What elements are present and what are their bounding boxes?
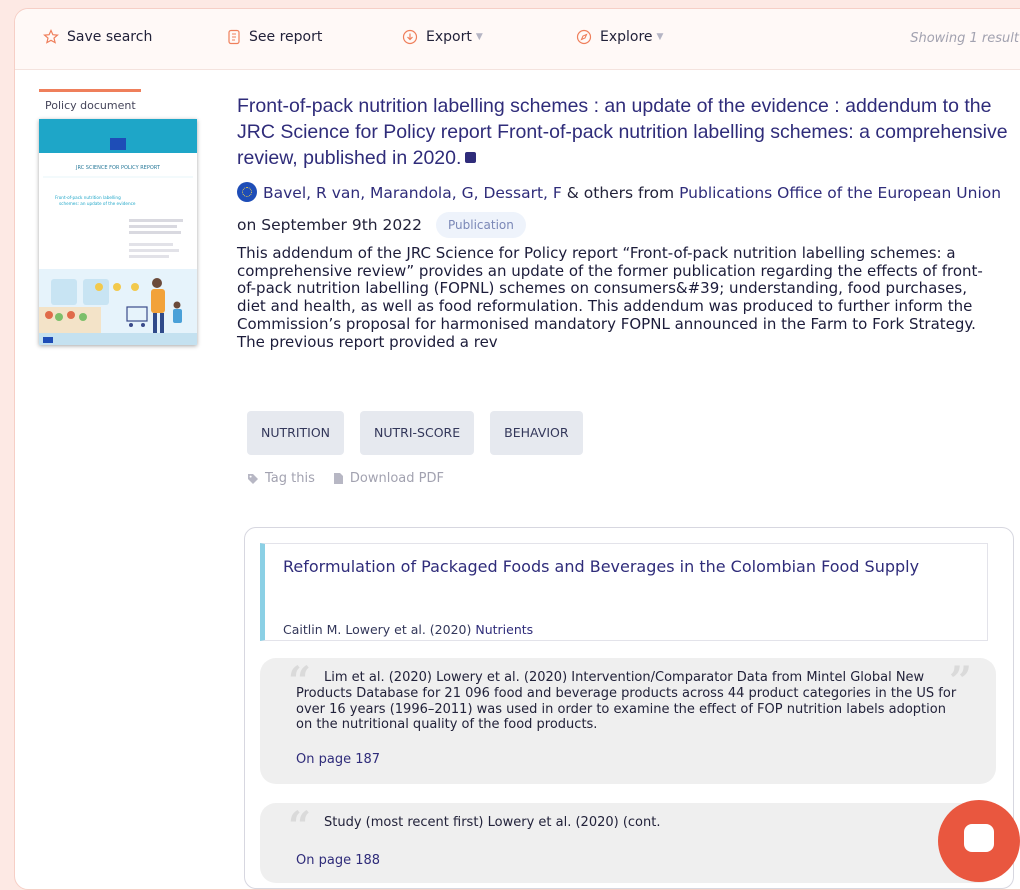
- compass-icon: [576, 29, 592, 45]
- result-title-link[interactable]: Front-of-pack nutrition labelling scheme…: [237, 93, 1017, 171]
- tag-nutri-score[interactable]: NUTRI-SCORE: [360, 411, 475, 455]
- svg-text:schemes: an update of the evid: schemes: an update of the evidence: [59, 201, 136, 206]
- chevron-down-icon: ▼: [475, 32, 483, 42]
- publisher-link[interactable]: Publications Office of the European Unio…: [679, 184, 1001, 202]
- tag-this-label: Tag this: [265, 471, 315, 486]
- quote-page-link[interactable]: On page 187: [296, 752, 380, 767]
- quote-page-link[interactable]: On page 188: [296, 853, 380, 868]
- save-search-label: Save search: [67, 29, 153, 45]
- chevron-down-icon: ▼: [656, 32, 664, 42]
- reference-meta: Caitlin M. Lowery et al. (2020) Nutrient…: [283, 622, 533, 637]
- see-report-button[interactable]: See report: [227, 29, 322, 45]
- tag-this-button[interactable]: Tag this: [247, 471, 315, 486]
- tag-list: NUTRITION NUTRI-SCORE BEHAVIOR: [247, 411, 583, 455]
- chat-icon: [964, 824, 994, 852]
- export-label: Export: [426, 29, 472, 45]
- svg-text:Front-of-pack nutrition labell: Front-of-pack nutrition labelling: [55, 195, 121, 200]
- reference-title-link[interactable]: Reformulation of Packaged Foods and Beve…: [283, 556, 943, 578]
- reference-authors: Caitlin M. Lowery et al. (2020): [283, 622, 472, 637]
- citation-quote: “ ” Study (most recent first) Lowery et …: [260, 803, 996, 883]
- document-icon: [228, 29, 240, 45]
- quote-text: Study (most recent first) Lowery et al. …: [324, 815, 661, 830]
- quote-text: Lim et al. (2020) Lowery et al. (2020) I…: [296, 670, 957, 733]
- authors-link[interactable]: Bavel, R van, Marandola, G, Dessart, F: [263, 184, 562, 202]
- tag-icon: [248, 473, 258, 484]
- report-cover-image: JRC SCIENCE FOR POLICY REPORT Front-of-p…: [39, 119, 197, 345]
- result-title: Front-of-pack nutrition labelling scheme…: [237, 95, 1008, 169]
- see-report-label: See report: [249, 29, 323, 45]
- file-icon: [333, 473, 343, 484]
- reference-journal-link[interactable]: Nutrients: [475, 622, 533, 637]
- results-toolbar: Save search See report Export ▼ Explore …: [15, 9, 1020, 70]
- download-pdf-label: Download PDF: [349, 471, 444, 486]
- result-metadata: Bavel, R van, Marandola, G, Dessart, F &…: [237, 177, 1017, 241]
- publication-badge: Publication: [436, 212, 526, 238]
- tag-nutrition[interactable]: NUTRITION: [247, 411, 345, 455]
- result-actions: Tag this Download PDF: [247, 471, 444, 486]
- eu-flag-icon: [237, 182, 257, 202]
- download-circle-icon: [402, 29, 418, 45]
- document-type-label: Policy document: [45, 99, 136, 112]
- result-abstract: This addendum of the JRC Science for Pol…: [237, 244, 983, 351]
- explore-dropdown[interactable]: Explore ▼: [576, 29, 663, 45]
- download-pdf-button[interactable]: Download PDF: [333, 471, 444, 486]
- result-count: Showing 1 result: [910, 31, 1019, 46]
- citation-quote: “ ” Lim et al. (2020) Lowery et al. (202…: [260, 658, 996, 784]
- publication-date: September 9th 2022: [261, 216, 422, 234]
- date-prefix: on: [237, 216, 257, 234]
- star-outline-icon: [43, 29, 59, 44]
- cited-reference: Reformulation of Packaged Foods and Beve…: [260, 543, 988, 641]
- document-thumbnail[interactable]: JRC SCIENCE FOR POLICY REPORT Front-of-p…: [39, 119, 197, 345]
- chat-launcher-button[interactable]: [938, 800, 1020, 882]
- citation-panel: Reformulation of Packaged Foods and Beve…: [244, 527, 1014, 889]
- document-type-accent: [39, 89, 141, 92]
- save-search-button[interactable]: Save search: [43, 29, 152, 45]
- tag-behavior[interactable]: BEHAVIOR: [490, 411, 583, 455]
- others-text: & others from: [566, 184, 675, 202]
- export-dropdown[interactable]: Export ▼: [402, 29, 483, 45]
- results-panel: Save search See report Export ▼ Explore …: [14, 8, 1020, 890]
- external-link-icon[interactable]: [465, 152, 477, 163]
- explore-label: Explore: [600, 29, 653, 45]
- cover-series: JRC SCIENCE FOR POLICY REPORT: [75, 165, 161, 171]
